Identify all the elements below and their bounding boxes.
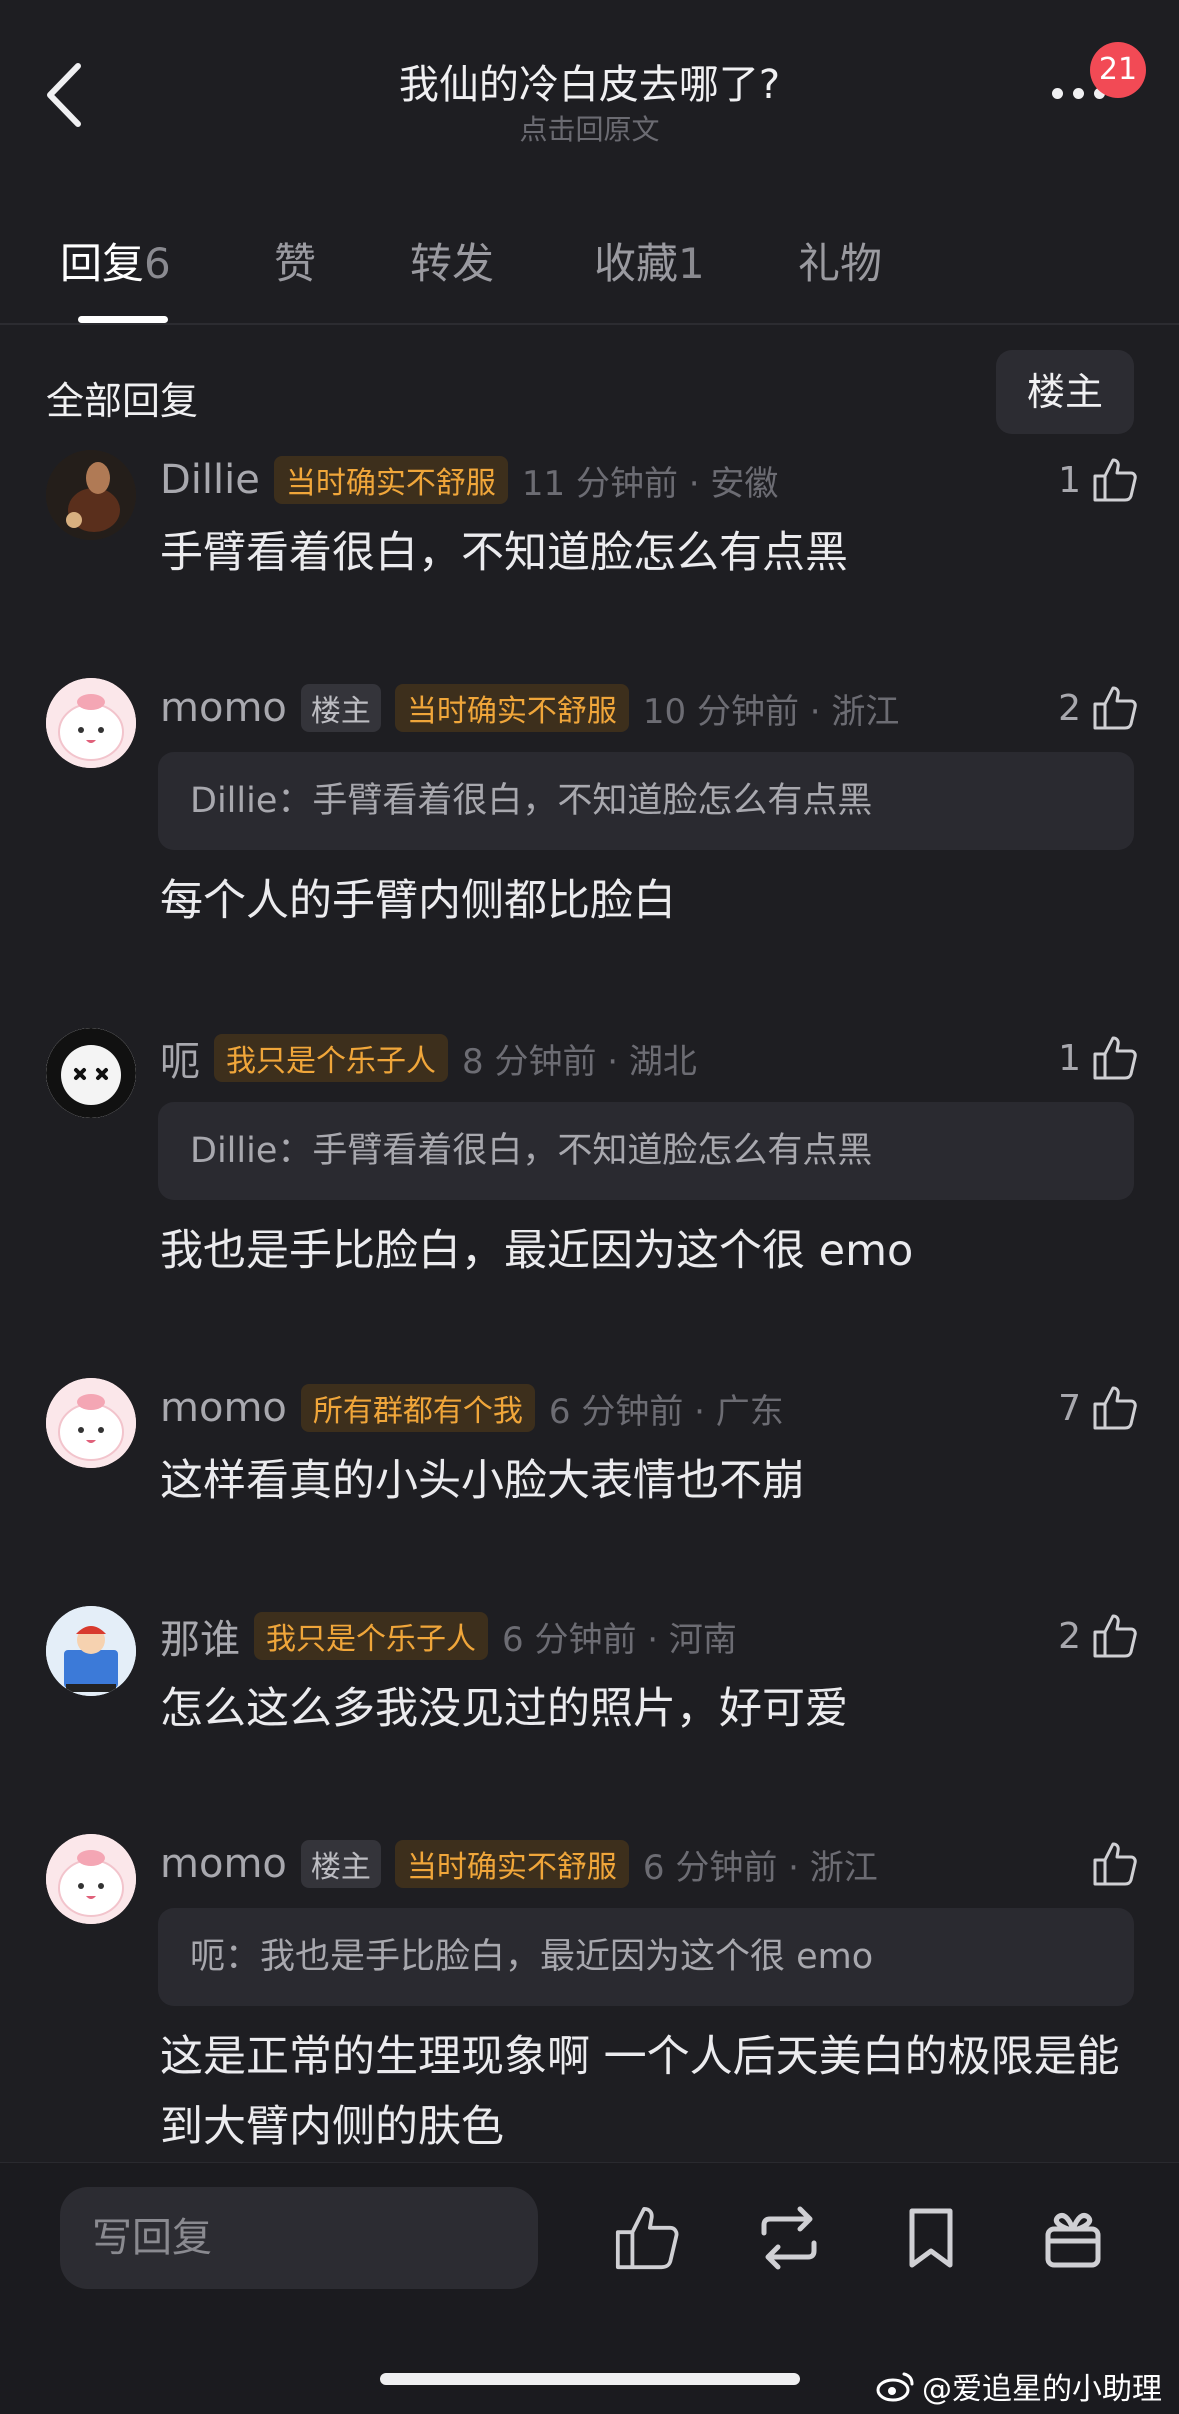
post-title[interactable]: 我仙的冷白皮去哪了? (0, 52, 1179, 110)
like-count: 2 (1058, 687, 1081, 729)
like-count: 7 (1058, 1387, 1081, 1429)
interaction-tabs: 回复6 赞 转发 收藏1 礼物 (0, 220, 1179, 325)
tab-label: 礼物 (798, 239, 883, 288)
tab-gifts[interactable]: 礼物 (798, 230, 882, 291)
quoted-reply[interactable]: 呃：我也是手比脸白，最近因为这个很 emo (158, 1908, 1134, 2006)
fan-badge: 我只是个乐子人 (254, 1612, 488, 1660)
quoted-reply[interactable]: Dillie：手臂看着很白，不知道脸怎么有点黑 (158, 752, 1134, 850)
timestamp-location: 8 分钟前 · 湖北 (462, 1041, 697, 1082)
more-dot-icon (1052, 87, 1063, 99)
weibo-logo-icon (876, 2372, 914, 2402)
like-button[interactable]: 2 (1058, 1608, 1139, 1664)
bookmark-button[interactable] (896, 2203, 966, 2273)
repost-icon (761, 2206, 817, 2270)
reply-section-header: 全部回复 楼主 (0, 340, 1179, 440)
tab-favorites[interactable]: 收藏1 (594, 230, 705, 291)
thumbs-up-icon (1093, 458, 1137, 502)
like-button[interactable]: 1 (1058, 1030, 1139, 1086)
fan-badge: 我只是个乐子人 (214, 1034, 448, 1082)
comment-text[interactable]: 怎么这么多我没见过的照片，好可爱 (160, 1674, 1140, 1744)
like-count: 1 (1058, 459, 1081, 501)
reply-input[interactable]: 写回复 (60, 2187, 538, 2289)
fan-badge: 当时确实不舒服 (273, 456, 508, 504)
avatar[interactable] (46, 1378, 136, 1468)
bookmark-icon (909, 2208, 953, 2268)
username[interactable]: momo (160, 1385, 287, 1431)
thumbs-up-icon (1093, 1036, 1137, 1080)
username[interactable]: 那谁 (160, 1607, 240, 1665)
top-nav-bar: 我仙的冷白皮去哪了? 点击回原文 21 (0, 0, 1179, 180)
fan-badge: 所有群都有个我 (300, 1384, 535, 1432)
username[interactable]: momo (160, 1841, 287, 1887)
watermark-text: @爱追星的小助理 (922, 2372, 1162, 2407)
tab-label: 回复 (60, 239, 145, 288)
thumbs-up-icon (1093, 1842, 1137, 1886)
tab-label: 收藏 (594, 239, 679, 288)
timestamp-location: 10 分钟前 · 浙江 (642, 691, 900, 732)
op-badge: 楼主 (300, 684, 381, 732)
like-button[interactable]: 1 (1058, 452, 1139, 508)
timestamp-location: 11 分钟前 · 安徽 (521, 463, 779, 504)
more-dot-icon (1073, 87, 1084, 99)
timestamp-location: 6 分钟前 · 河南 (502, 1619, 737, 1660)
like-count: 2 (1058, 1615, 1081, 1657)
fan-badge: 当时确实不舒服 (394, 1840, 629, 1888)
weibo-watermark: @爱追星的小助理 (876, 2364, 1162, 2408)
op-only-filter-button[interactable]: 楼主 (996, 350, 1134, 434)
like-button[interactable]: 7 (1058, 1380, 1139, 1436)
username[interactable]: Dillie (160, 457, 260, 503)
tab-label: 转发 (410, 239, 495, 288)
tab-likes[interactable]: 赞 (274, 230, 316, 291)
tab-count: 1 (678, 239, 705, 288)
tab-label: 赞 (274, 239, 317, 288)
tab-replies[interactable]: 回复6 (60, 230, 171, 291)
thumbs-up-icon (1093, 686, 1137, 730)
timestamp-location: 6 分钟前 · 浙江 (642, 1847, 878, 1888)
like-post-button[interactable] (612, 2203, 682, 2273)
avatar[interactable] (46, 678, 136, 768)
comment-text[interactable]: 这是正常的生理现象啊 一个人后天美白的极限是能到大臂内侧的肤色 (160, 2022, 1140, 2162)
gift-button[interactable] (1038, 2203, 1108, 2273)
repost-button[interactable] (754, 2203, 824, 2273)
username[interactable]: momo (160, 685, 287, 731)
avatar[interactable] (46, 1606, 136, 1696)
thumbs-up-icon (1093, 1614, 1137, 1658)
thumbs-up-icon (1093, 1386, 1137, 1430)
like-button[interactable]: 2 (1058, 680, 1139, 736)
avatar[interactable] (46, 1834, 136, 1924)
username[interactable]: 呃 (160, 1029, 200, 1087)
avatar[interactable] (46, 450, 136, 540)
notification-badge: 21 (1090, 42, 1146, 98)
gift-icon (1045, 2213, 1101, 2268)
like-count: 1 (1058, 1037, 1081, 1079)
tab-reposts[interactable]: 转发 (410, 230, 494, 291)
section-title: 全部回复 (46, 379, 199, 423)
timestamp-location: 6 分钟前 · 广东 (548, 1391, 784, 1432)
active-tab-indicator (78, 316, 168, 323)
comment-text[interactable]: 每个人的手臂内侧都比脸白 (160, 866, 1140, 936)
comment-text[interactable]: 手臂看着很白，不知道脸怎么有点黑 (160, 518, 1140, 588)
fan-badge: 当时确实不舒服 (394, 684, 629, 732)
comment-text[interactable]: 这样看真的小头小脸大表情也不崩 (160, 1446, 1140, 1516)
quoted-reply[interactable]: Dillie：手臂看着很白，不知道脸怎么有点黑 (158, 1102, 1134, 1200)
comment-text[interactable]: 我也是手比脸白，最近因为这个很 emo (160, 1216, 1140, 1286)
like-button[interactable] (1081, 1836, 1139, 1892)
thumbs-up-icon (615, 2206, 679, 2270)
op-badge: 楼主 (300, 1840, 381, 1888)
back-to-post-link[interactable]: 点击回原文 (0, 108, 1179, 148)
avatar[interactable] (46, 1028, 136, 1118)
home-indicator (380, 2373, 800, 2385)
tab-count: 6 (144, 239, 171, 288)
